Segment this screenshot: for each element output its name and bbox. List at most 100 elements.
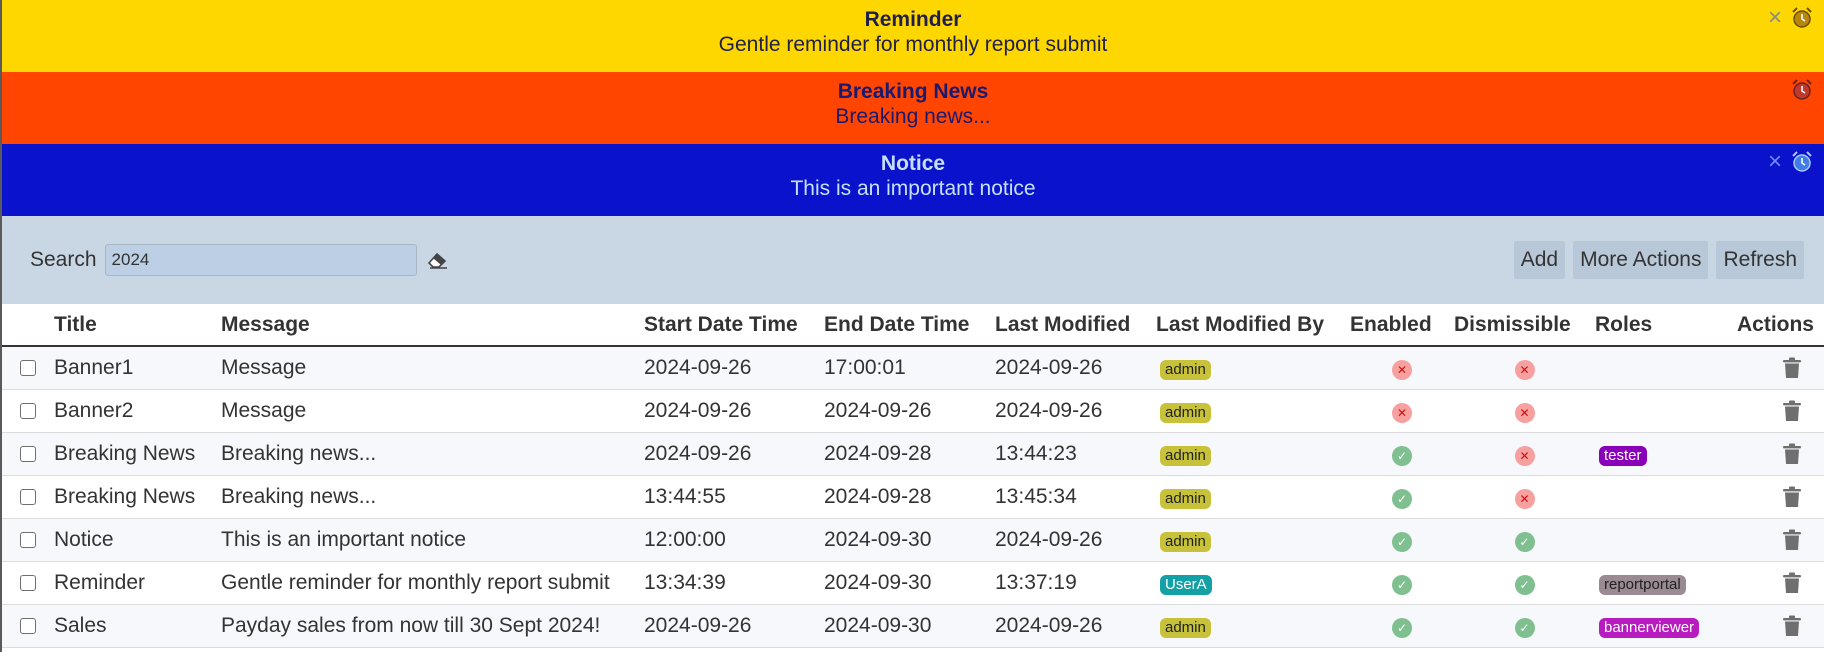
select-cell (2, 561, 54, 605)
header-enabled[interactable]: Enabled (1350, 304, 1454, 347)
header-roles[interactable]: Roles (1595, 304, 1716, 347)
x-circle-icon: ✕ (1514, 488, 1535, 509)
x-circle-icon: ✕ (1392, 402, 1412, 423)
alarm-clock-icon[interactable] (1790, 78, 1814, 102)
check-circle-icon: ✓ (1514, 574, 1535, 595)
enabled-cell: ✓ (1350, 604, 1454, 648)
message-cell: Message (221, 389, 644, 433)
table-row[interactable]: Breaking News Breaking news... 13:44:55 202… (2, 475, 1824, 519)
banner-reminder: Reminder Gentle reminder for monthly rep… (2, 0, 1824, 72)
close-icon[interactable]: × (1768, 6, 1782, 30)
dismissible-cell: ✕ (1454, 389, 1595, 433)
select-cell (2, 518, 54, 562)
table-row[interactable]: Breaking News Breaking news... 2024-09-26 2… (2, 432, 1824, 476)
header-start-date-time[interactable]: Start Date Time (644, 304, 824, 347)
search-input[interactable] (104, 244, 417, 276)
start-cell: 2024-09-26 (644, 389, 824, 433)
row-checkbox[interactable] (20, 617, 36, 634)
user-badge: admin (1160, 617, 1211, 638)
modified-cell: 2024-09-26 (995, 518, 1156, 562)
actions-cell (1716, 604, 1824, 648)
message-cell: Breaking news... (221, 432, 644, 476)
alarm-clock-icon[interactable] (1790, 150, 1814, 174)
table-header: Title Message Start Date Time End Date T… (2, 304, 1824, 347)
start-cell: 13:44:55 (644, 475, 824, 519)
banner-title: Breaking News (837, 80, 989, 103)
role-badge: reportportal (1599, 574, 1686, 595)
select-cell (2, 346, 54, 390)
enabled-cell: ✓ (1350, 518, 1454, 562)
title-cell: Banner1 (54, 346, 221, 390)
row-checkbox[interactable] (20, 360, 36, 377)
roles-cell: reportportal (1595, 561, 1716, 605)
end-cell: 2024-09-28 (824, 475, 995, 519)
header-last-modified[interactable]: Last Modified (995, 304, 1156, 347)
more-actions-button[interactable]: More Actions (1573, 241, 1709, 279)
start-cell: 2024-09-26 (644, 432, 824, 476)
x-circle-icon: ✕ (1514, 359, 1535, 380)
trash-icon[interactable] (1782, 400, 1802, 422)
header-end-date-time[interactable]: End Date Time (824, 304, 995, 347)
roles-cell (1595, 346, 1716, 390)
row-checkbox[interactable] (20, 488, 36, 505)
trash-icon[interactable] (1782, 615, 1802, 637)
row-checkbox[interactable] (20, 402, 36, 419)
dismissible-cell: ✓ (1454, 561, 1595, 605)
user-badge: admin (1160, 445, 1211, 466)
row-checkbox[interactable] (20, 531, 36, 548)
banner-message: Gentle reminder for monthly report submi… (718, 33, 1108, 56)
table-row[interactable]: Banner2 Message 2024-09-26 2024-09-26 2024-0… (2, 389, 1824, 433)
select-cell (2, 604, 54, 648)
title-cell: Breaking News (54, 432, 221, 476)
check-circle-icon: ✓ (1392, 531, 1412, 552)
roles-cell: tester (1595, 432, 1716, 476)
end-cell: 2024-09-30 (824, 518, 995, 562)
title-cell: Breaking News (54, 475, 221, 519)
alarm-clock-icon[interactable] (1790, 6, 1814, 30)
check-circle-icon: ✓ (1392, 574, 1412, 595)
roles-cell: bannerviewer (1595, 604, 1716, 648)
header-title[interactable]: Title (54, 304, 221, 347)
header-last-modified-by[interactable]: Last Modified By (1156, 304, 1350, 347)
enabled-cell: ✓ (1350, 561, 1454, 605)
add-button[interactable]: Add (1513, 241, 1566, 279)
close-icon[interactable]: × (1768, 150, 1782, 174)
table-row[interactable]: Notice This is an important notice 12:00:0… (2, 518, 1824, 562)
end-cell: 17:00:01 (824, 346, 995, 390)
header-select (2, 304, 54, 347)
start-cell: 12:00:00 (644, 518, 824, 562)
title-cell: Banner2 (54, 389, 221, 433)
modified-by-cell: UserA (1156, 561, 1350, 605)
refresh-button[interactable]: Refresh (1716, 241, 1804, 279)
banner-message: Breaking news... (835, 105, 991, 128)
title-cell: Reminder (54, 561, 221, 605)
trash-icon[interactable] (1782, 572, 1802, 594)
row-checkbox[interactable] (20, 574, 36, 591)
modified-by-cell: admin (1156, 604, 1350, 648)
end-cell: 2024-09-30 (824, 561, 995, 605)
header-message[interactable]: Message (221, 304, 644, 347)
modified-by-cell: admin (1156, 475, 1350, 519)
banner-controls (1790, 78, 1814, 102)
check-circle-icon: ✓ (1392, 617, 1412, 638)
table-row[interactable]: Reminder Gentle reminder for monthly repo… (2, 561, 1824, 605)
select-cell (2, 475, 54, 519)
table-row[interactable]: Banner1 Message 2024-09-26 17:00:01 2024-09-… (2, 346, 1824, 390)
start-cell: 2024-09-26 (644, 604, 824, 648)
eraser-icon[interactable] (425, 247, 451, 273)
enabled-cell: ✓ (1350, 475, 1454, 519)
banner-table: Title Message Start Date Time End Date T… (2, 304, 1824, 648)
row-checkbox[interactable] (20, 445, 36, 462)
user-badge: admin (1160, 488, 1211, 509)
table-row[interactable]: Sales Payday sales from now till 30 Sept … (2, 604, 1824, 648)
trash-icon[interactable] (1782, 486, 1802, 508)
actions-cell (1716, 475, 1824, 519)
check-circle-icon: ✓ (1392, 445, 1412, 466)
modified-cell: 2024-09-26 (995, 604, 1156, 648)
trash-icon[interactable] (1782, 529, 1802, 551)
trash-icon[interactable] (1782, 443, 1802, 465)
header-dismissible[interactable]: Dismissible (1454, 304, 1595, 347)
message-cell: Payday sales from now till 30 Sept 2024! (221, 604, 644, 648)
dismissible-cell: ✓ (1454, 604, 1595, 648)
trash-icon[interactable] (1782, 357, 1802, 379)
